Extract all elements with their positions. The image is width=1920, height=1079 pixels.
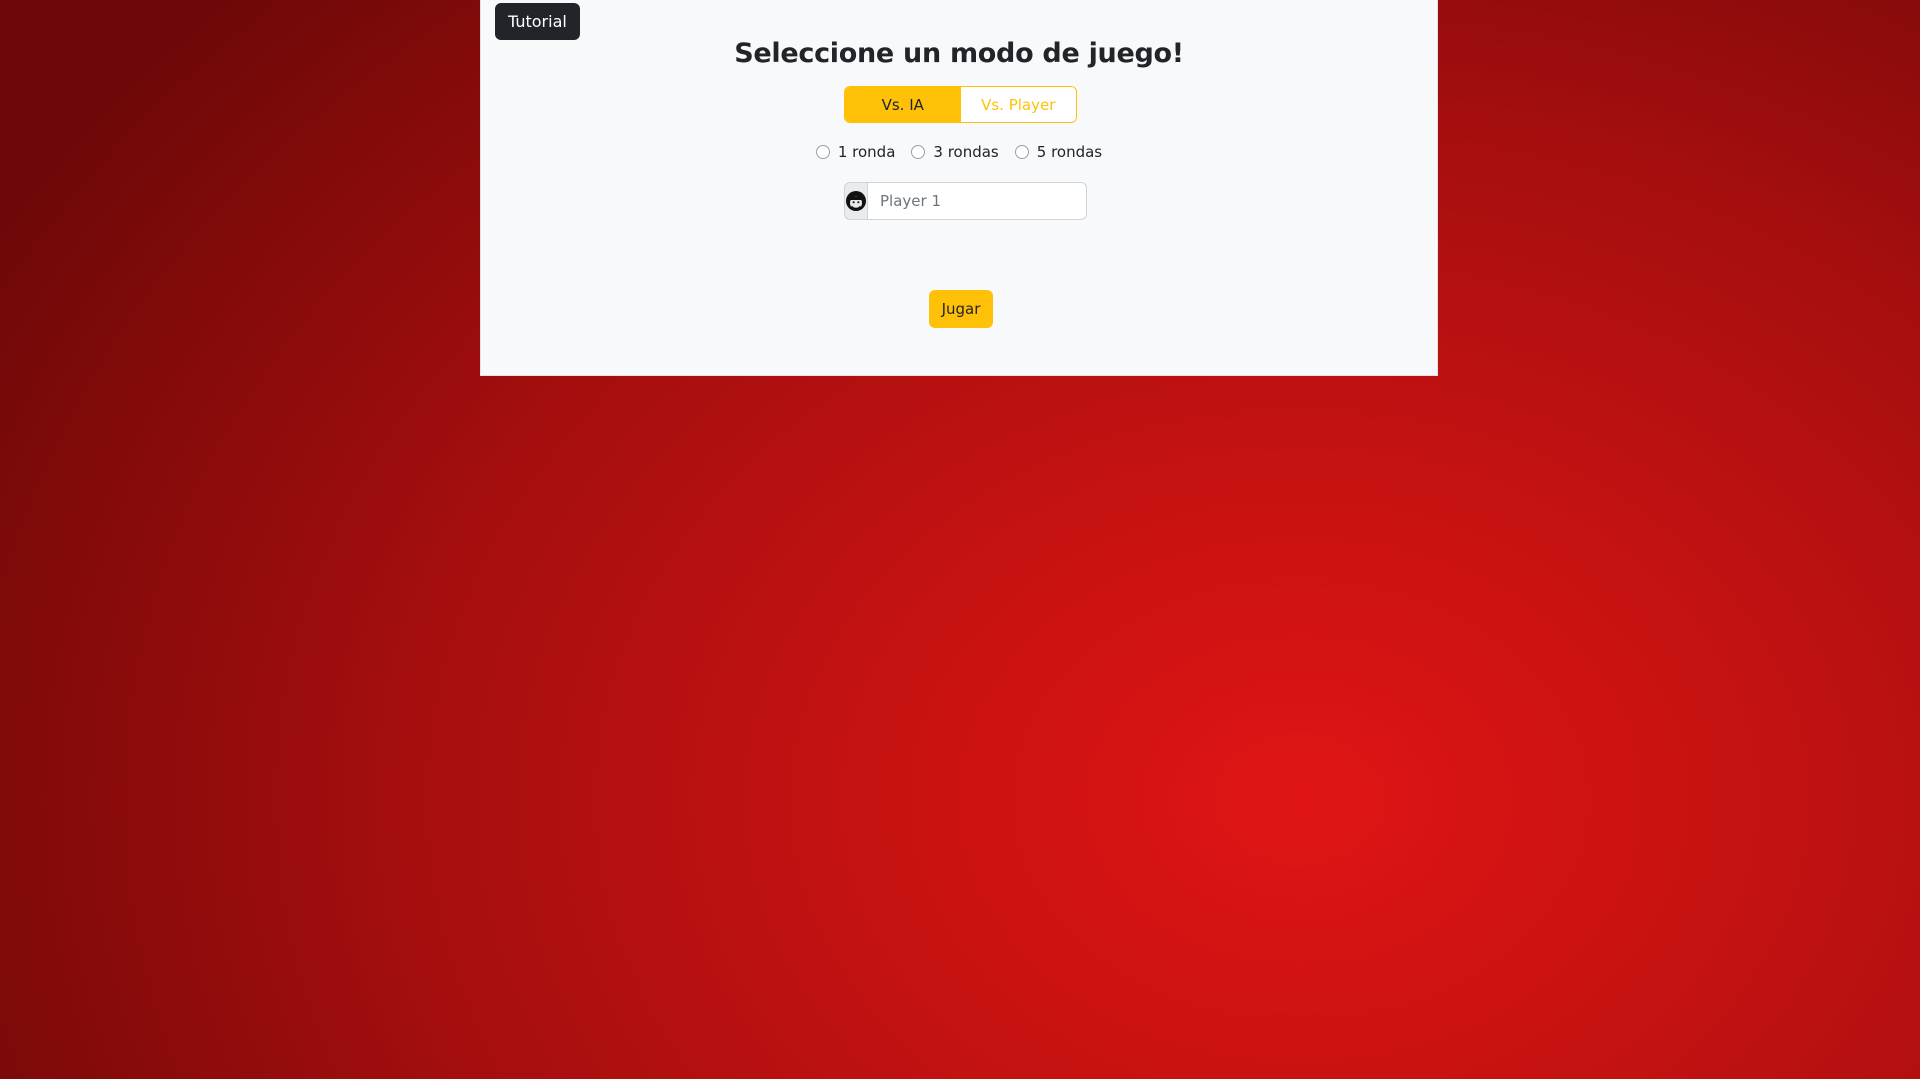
round-option-1[interactable]: 1 ronda [815,140,896,164]
round-3-label: 3 rondas [933,143,999,161]
play-button[interactable]: Jugar [929,290,993,328]
game-setup-panel: Tutorial Seleccione un modo de juego! Vs… [480,0,1438,376]
player-avatar-icon [846,191,866,211]
player-name-group [844,182,1087,220]
player-name-input[interactable] [868,182,1087,220]
round-option-5[interactable]: 5 rondas [1014,140,1103,164]
round-5-radio[interactable] [1014,145,1029,159]
mode-vs-player-button[interactable]: Vs. Player [960,87,1076,122]
page-title: Seleccione un modo de juego! [734,38,1184,69]
rounds-selector: 1 ronda 3 rondas 5 rondas [481,140,1437,164]
round-5-label: 5 rondas [1036,143,1103,161]
round-option-3[interactable]: 3 rondas [911,140,999,164]
avatar[interactable] [844,182,868,220]
round-1-label: 1 ronda [837,143,896,161]
game-mode-toggle: Vs. IA Vs. Player [844,86,1077,123]
mode-vs-ia-button[interactable]: Vs. IA [845,87,961,122]
tutorial-button[interactable]: Tutorial [495,3,580,40]
round-3-radio[interactable] [911,145,926,159]
round-1-radio[interactable] [815,145,830,159]
